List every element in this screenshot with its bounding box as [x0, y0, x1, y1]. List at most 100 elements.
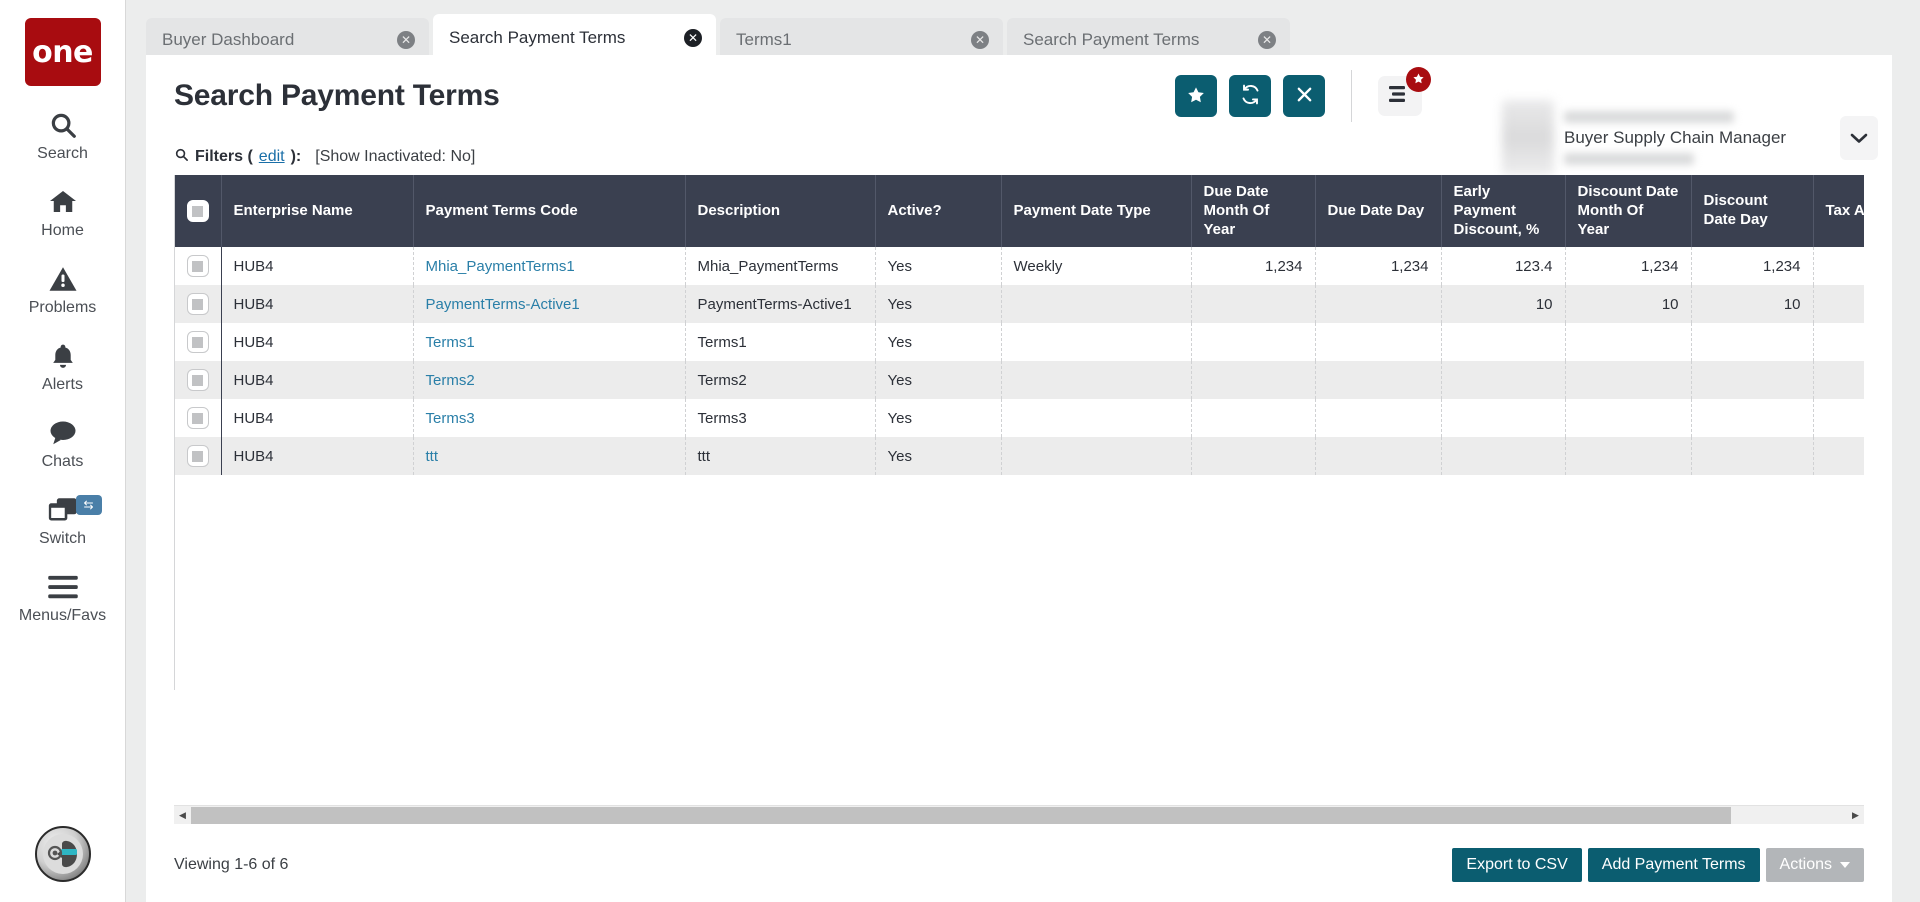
table-footer: Viewing 1-6 of 6 Export to CSV Add Payme… — [146, 842, 1892, 888]
table-row[interactable]: HUB4 Terms3 Terms3 Yes — [175, 399, 1864, 438]
payment-terms-code-link[interactable]: Terms1 — [426, 334, 475, 351]
favorite-button[interactable] — [1175, 75, 1217, 117]
cell-payment_terms_code[interactable]: Terms3 — [413, 399, 686, 438]
cell-discount_date_day: 1,234 — [1691, 247, 1814, 286]
cell-payment_terms_code[interactable]: Mhia_PaymentTerms1 — [413, 247, 686, 286]
cell-payment_terms_code[interactable]: PaymentTerms-Active1 — [413, 285, 686, 324]
column-header-due-date-day[interactable]: Due Date Day — [1315, 175, 1442, 248]
table-row[interactable]: HUB4 ttt ttt Yes — [175, 437, 1864, 476]
export-to-csv-button[interactable]: Export to CSV — [1452, 848, 1582, 882]
cell-due_date_month_of_year — [1191, 399, 1316, 438]
scroll-left-arrow-icon[interactable]: ◀ — [174, 806, 191, 825]
star-icon — [1186, 85, 1206, 108]
filters-edit-link[interactable]: edit — [259, 148, 285, 166]
cell-payment_terms_code[interactable]: ttt — [413, 437, 686, 476]
chevron-down-icon[interactable] — [1840, 116, 1878, 160]
scroll-right-arrow-icon[interactable]: ▶ — [1847, 806, 1864, 825]
cell-description: Terms1 — [685, 323, 876, 362]
payment-terms-code-link[interactable]: Mhia_PaymentTerms1 — [426, 258, 575, 275]
payment-terms-code-link[interactable]: Terms2 — [426, 372, 475, 389]
brand-logo[interactable]: one — [24, 18, 101, 86]
scrollbar-track[interactable] — [191, 806, 1847, 825]
user-profile[interactable]: Buyer Supply Chain Manager — [1492, 99, 1892, 177]
row-select-cell[interactable] — [175, 361, 222, 400]
row-select-cell[interactable] — [175, 247, 222, 286]
column-header-payment-terms-code[interactable]: Payment Terms Code — [413, 175, 686, 248]
payment-terms-code-link[interactable]: Terms3 — [426, 410, 475, 427]
main-area: Buyer Dashboard ✕ Search Payment Terms ✕… — [126, 0, 1920, 902]
select-all-checkbox[interactable] — [186, 200, 209, 222]
cell-due_date_day — [1315, 437, 1442, 476]
column-header-active[interactable]: Active? — [875, 175, 1002, 248]
cell-due_date_month_of_year — [1191, 323, 1316, 362]
row-select-cell[interactable] — [175, 323, 222, 362]
cell-tax_amount_before — [1813, 285, 1864, 324]
cell-payment_date_type — [1001, 361, 1192, 400]
row-checkbox[interactable] — [186, 331, 209, 354]
column-header-early-payment-discount[interactable]: Early Payment Discount, % — [1441, 175, 1566, 248]
column-header-payment-date-type[interactable]: Payment Date Type — [1001, 175, 1192, 248]
column-header-tax-amount-before-due[interactable]: Tax Amount Before Due — [1813, 175, 1864, 248]
tab-strip: Buyer Dashboard ✕ Search Payment Terms ✕… — [126, 0, 1920, 62]
column-header-due-date-month-of-year[interactable]: Due Date Month Of Year — [1191, 175, 1316, 248]
column-header-discount-date-month-of-year[interactable]: Discount Date Month Of Year — [1565, 175, 1692, 248]
payment-terms-code-link[interactable]: ttt — [426, 448, 439, 465]
sidebar-item-switch[interactable]: ⇆ Switch — [0, 493, 126, 548]
table-row[interactable]: HUB4 Terms1 Terms1 Yes — [175, 323, 1864, 362]
row-select-cell[interactable] — [175, 437, 222, 476]
sidebar-item-home[interactable]: Home — [0, 185, 126, 240]
horizontal-scrollbar[interactable]: ◀ ▶ — [174, 805, 1864, 824]
sidebar-item-chats[interactable]: Chats — [0, 416, 126, 471]
cell-payment_terms_code[interactable]: Terms1 — [413, 323, 686, 362]
actions-button[interactable]: Actions — [1765, 848, 1864, 882]
cell-payment_date_type — [1001, 437, 1192, 476]
close-circle-icon[interactable]: ✕ — [971, 31, 989, 49]
table-row[interactable]: HUB4 Mhia_PaymentTerms1 Mhia_PaymentTerms Y… — [175, 247, 1864, 286]
sidebar-item-problems[interactable]: Problems — [0, 262, 126, 317]
select-all-column[interactable] — [175, 175, 222, 248]
avatar — [1502, 100, 1554, 176]
row-checkbox[interactable] — [186, 293, 209, 316]
cell-payment_date_type — [1001, 285, 1192, 324]
cell-payment_date_type — [1001, 399, 1192, 438]
row-checkbox[interactable] — [186, 369, 209, 392]
cell-due_date_day: 1,234 — [1315, 247, 1442, 286]
refresh-icon — [1240, 84, 1261, 108]
row-select-cell[interactable] — [175, 285, 222, 324]
cell-enterprise_name: HUB4 — [221, 247, 414, 286]
brand-logo-text: one — [32, 34, 93, 70]
sidebar-item-search[interactable]: Search — [0, 108, 126, 163]
table-row[interactable]: HUB4 Terms2 Terms2 Yes — [175, 361, 1864, 400]
cell-early_payment_discount: 10 — [1441, 285, 1566, 324]
ai-assistant-avatar-icon[interactable] — [34, 826, 91, 882]
swap-arrows-icon[interactable]: ⇆ — [75, 495, 102, 515]
sidebar-item-menus-favs[interactable]: Menus/Favs — [0, 570, 126, 625]
row-checkbox[interactable] — [186, 255, 209, 278]
column-header-discount-date-day[interactable]: Discount Date Day — [1691, 175, 1814, 248]
close-circle-icon[interactable]: ✕ — [684, 29, 702, 47]
scrollbar-thumb[interactable] — [191, 806, 1731, 824]
payment-terms-code-link[interactable]: PaymentTerms-Active1 — [426, 296, 580, 313]
add-payment-terms-button[interactable]: Add Payment Terms — [1587, 848, 1760, 882]
row-select-cell[interactable] — [175, 399, 222, 438]
column-header-enterprise-name[interactable]: Enterprise Name — [221, 175, 414, 248]
table-row[interactable]: HUB4 PaymentTerms-Active1 PaymentTerms-Act… — [175, 285, 1864, 324]
close-circle-icon[interactable]: ✕ — [1258, 31, 1276, 49]
results-table-container[interactable]: Enterprise Name Payment Terms Code Descr… — [174, 175, 1864, 690]
list-menu-button[interactable] — [1378, 67, 1431, 116]
refresh-button[interactable] — [1229, 75, 1271, 117]
row-checkbox[interactable] — [186, 445, 209, 468]
close-button[interactable] — [1283, 75, 1325, 117]
menu-star-badge — [1406, 67, 1431, 92]
cell-payment_terms_code[interactable]: Terms2 — [413, 361, 686, 400]
warning-triangle-icon — [48, 262, 78, 296]
close-circle-icon[interactable]: ✕ — [397, 31, 415, 49]
cell-description: Terms3 — [685, 399, 876, 438]
page-card: Search Payment Terms Buyer Supply Chain … — [146, 55, 1892, 902]
sidebar-item-alerts[interactable]: Alerts — [0, 339, 126, 394]
cell-discount_month_of_year — [1565, 361, 1692, 400]
column-header-description[interactable]: Description — [685, 175, 876, 248]
cell-discount_date_day: 10 — [1691, 285, 1814, 324]
row-checkbox[interactable] — [186, 407, 209, 430]
cell-discount_month_of_year: 1,234 — [1565, 247, 1692, 286]
